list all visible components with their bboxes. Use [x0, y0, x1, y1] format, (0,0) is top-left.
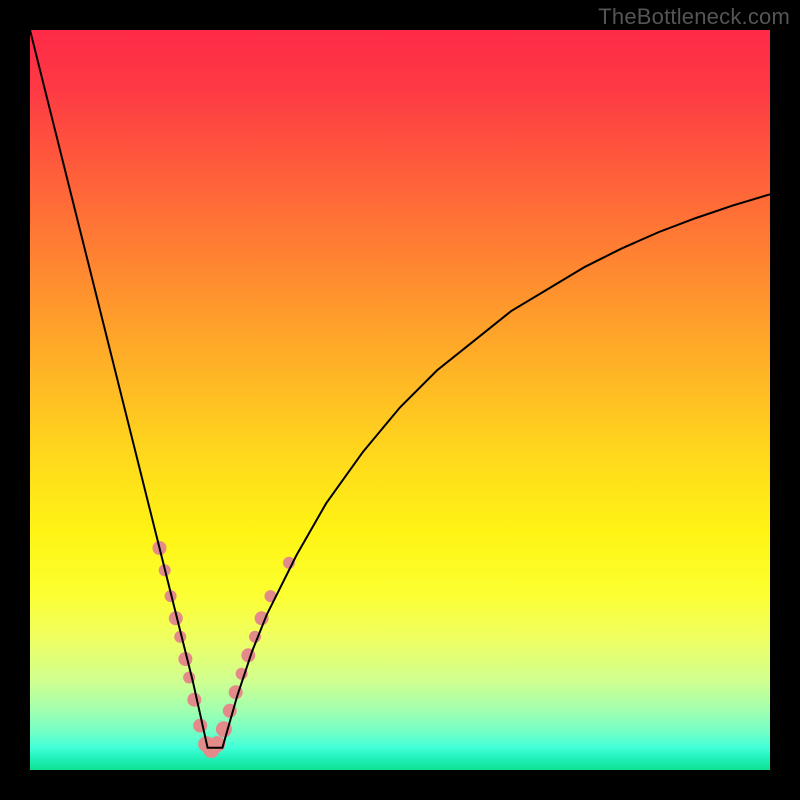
- chart-frame: [30, 30, 770, 770]
- watermark-text: TheBottleneck.com: [598, 4, 790, 30]
- data-marker: [193, 719, 207, 733]
- marker-layer: [153, 541, 296, 758]
- bottleneck-curve: [30, 30, 770, 748]
- bottleneck-chart: [30, 30, 770, 770]
- data-marker: [187, 693, 201, 707]
